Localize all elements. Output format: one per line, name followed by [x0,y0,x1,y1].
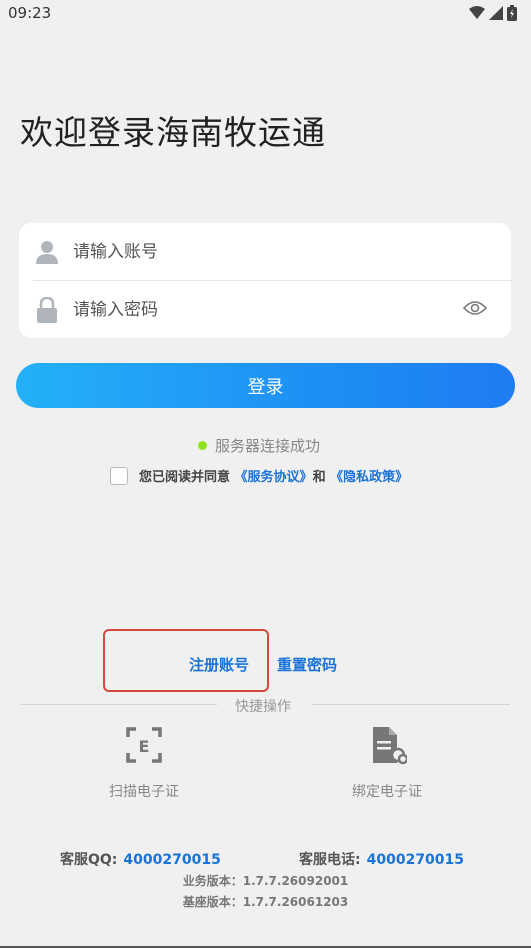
battery-icon [507,5,517,21]
bind-certificate-button[interactable]: 绑定电子证 [349,725,425,801]
account-input[interactable] [71,240,435,263]
bind-document-icon [373,727,409,765]
service-agreement-link[interactable]: 《服务协议》 [235,466,313,485]
quick-actions-label: 快捷操作 [235,699,291,715]
register-link[interactable]: 注册账号 [189,654,249,675]
customer-service-qq: 客服QQ: 4000270015 [60,849,221,869]
svg-text:E: E [139,737,150,756]
scan-certificate-label: 扫描电子证 [109,784,179,800]
status-dot [198,441,207,450]
connection-status: 服务器连接成功 [198,435,320,456]
agreement-row: 您已阅读并同意 《服务协议》 和 《隐私政策》 [110,466,408,485]
status-time: 09:23 [8,4,52,22]
signal-icon [489,6,503,20]
privacy-policy-link[interactable]: 《隐私政策》 [330,466,408,485]
connection-status-text: 服务器连接成功 [215,437,321,455]
password-input[interactable] [71,298,435,321]
status-icons [469,5,517,21]
user-icon [33,238,61,266]
agreement-checkbox[interactable] [110,466,128,485]
customer-service-phone: 客服电话: 4000270015 [299,849,464,869]
agreement-prefix: 您已阅读并同意 [139,470,231,485]
phone-number[interactable]: 4000270015 [367,852,464,868]
login-card [19,223,515,338]
agreement-and: 和 [312,470,326,485]
business-version: 业务版本：1.7.7.26092001 [182,874,349,888]
eye-icon[interactable] [463,298,487,318]
reset-password-link[interactable]: 重置密码 [277,654,337,675]
page-title: 欢迎登录海南牧运通 [20,113,326,152]
account-row [19,223,511,280]
scan-icon: E [126,727,162,763]
scan-certificate-button[interactable]: E 扫描电子证 [106,725,182,801]
password-row [19,281,511,338]
lock-icon [33,296,61,324]
base-version: 基座版本：1.7.7.26061203 [182,895,349,909]
quick-divider-right [312,704,510,705]
bind-certificate-label: 绑定电子证 [352,784,422,800]
qq-number[interactable]: 4000270015 [123,852,220,868]
phone-label: 客服电话: [299,852,361,868]
qq-label: 客服QQ: [60,852,118,868]
wifi-icon [469,6,485,19]
login-button[interactable]: 登录 [16,363,515,408]
quick-divider-left [21,704,217,705]
